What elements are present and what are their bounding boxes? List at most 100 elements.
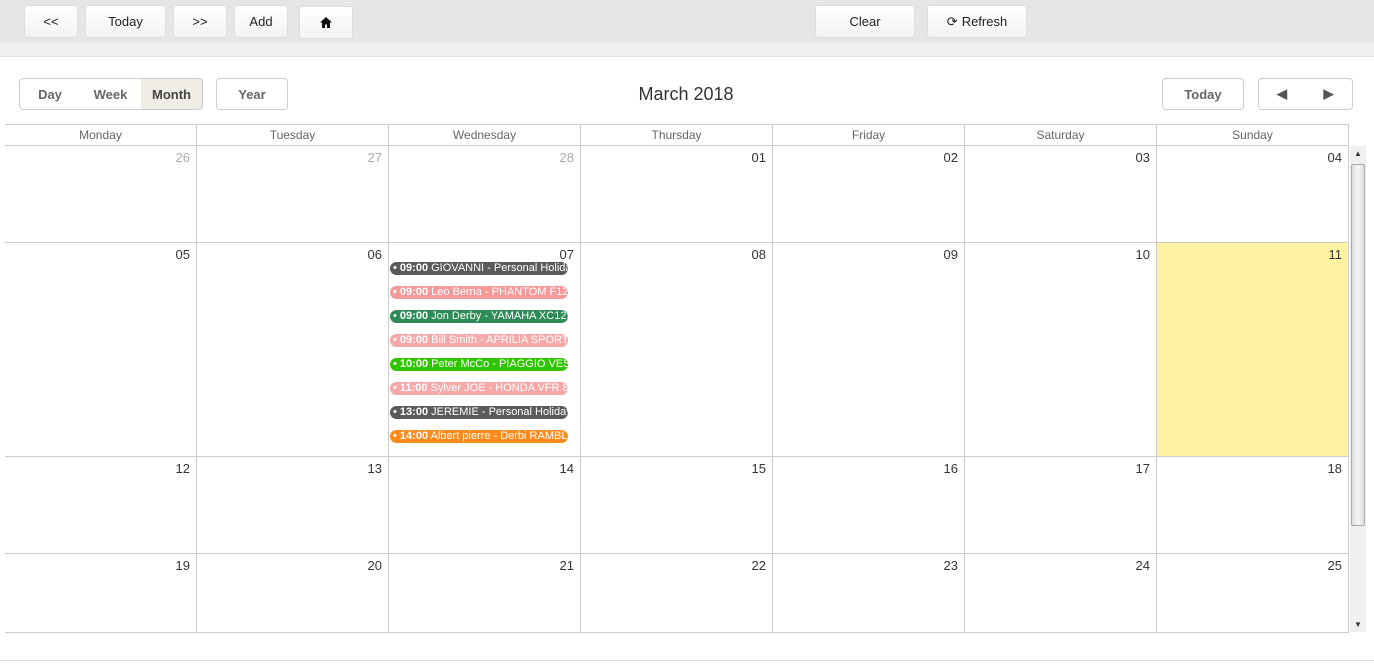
event-item[interactable]: • 14:00 Albert pierre - Derbi RAMBLA <box>390 430 568 443</box>
day-number[interactable]: 24 <box>1136 558 1150 573</box>
day-number[interactable]: 04 <box>1328 150 1342 165</box>
day-number[interactable]: 25 <box>1328 558 1342 573</box>
day-cell[interactable]: 09 <box>773 243 965 457</box>
event-item[interactable]: • 13:00 JEREMIE - Personal Holiday <box>390 406 568 419</box>
event-text: Bill Smith - APRILIA SPORTC <box>431 334 568 346</box>
event-dot-icon: • <box>393 430 400 442</box>
add-button[interactable]: Add <box>234 5 288 38</box>
event-item[interactable]: • 09:00 Jon Derby - YAMAHA XC125 <box>390 310 568 323</box>
day-number[interactable]: 26 <box>176 150 190 165</box>
refresh-button[interactable]: ⟳ Refresh <box>927 5 1027 38</box>
day-number[interactable]: 06 <box>368 247 382 262</box>
event-text: Sylver JOE - HONDA VFR 80 <box>430 382 568 394</box>
event-dot-icon: • <box>393 262 400 274</box>
scroll-down-icon[interactable]: ▼ <box>1354 620 1362 629</box>
event-dot-icon: • <box>393 382 400 394</box>
weekday-header: Wednesday <box>389 124 581 146</box>
day-cell[interactable]: 27 <box>197 146 389 243</box>
prev-button[interactable]: << <box>24 5 78 38</box>
event-item[interactable]: • 09:00 GIOVANNI - Personal Holiday <box>390 262 568 275</box>
day-cell[interactable]: 03 <box>965 146 1157 243</box>
event-item[interactable]: • 11:00 Sylver JOE - HONDA VFR 80 <box>390 382 568 395</box>
day-cell[interactable]: 16 <box>773 457 965 554</box>
day-number[interactable]: 10 <box>1136 247 1150 262</box>
event-time: 10:00 <box>399 358 429 370</box>
day-number[interactable]: 22 <box>752 558 766 573</box>
day-cell[interactable]: 20 <box>197 554 389 633</box>
day-number[interactable]: 17 <box>1136 461 1150 476</box>
day-cell[interactable]: 06 <box>197 243 389 457</box>
day-number[interactable]: 13 <box>368 461 382 476</box>
day-cell[interactable]: 13 <box>197 457 389 554</box>
event-time: 09:00 <box>399 262 429 274</box>
day-cell[interactable]: 26 <box>5 146 197 243</box>
day-cell[interactable]: 21 <box>389 554 581 633</box>
day-cell[interactable]: 28 <box>389 146 581 243</box>
calendar-today-button[interactable]: Today <box>1162 78 1244 110</box>
day-number[interactable]: 16 <box>944 461 958 476</box>
refresh-label: Refresh <box>961 14 1008 29</box>
day-number[interactable]: 03 <box>1136 150 1150 165</box>
view-week-button[interactable]: Week <box>80 78 142 110</box>
day-cell[interactable]: 10 <box>965 243 1157 457</box>
day-cell[interactable]: 11 <box>1157 243 1349 457</box>
view-month-button[interactable]: Month <box>141 78 203 110</box>
event-time: 13:00 <box>399 406 429 418</box>
event-time: 09:00 <box>399 334 429 346</box>
scrollbar[interactable]: ▲ ▼ <box>1350 146 1366 632</box>
day-number[interactable]: 05 <box>176 247 190 262</box>
day-number[interactable]: 07 <box>560 247 574 262</box>
scrollbar-thumb[interactable] <box>1351 164 1365 526</box>
event-item[interactable]: • 09:00 Leo Berna - PHANTOM F12 <box>390 286 568 299</box>
day-cell[interactable]: 07 • 09:00 GIOVANNI - Personal Holiday • 0… <box>389 243 581 457</box>
day-number[interactable]: 12 <box>176 461 190 476</box>
event-time: 09:00 <box>399 286 429 298</box>
day-number[interactable]: 08 <box>752 247 766 262</box>
day-number[interactable]: 09 <box>944 247 958 262</box>
day-number[interactable]: 21 <box>560 558 574 573</box>
day-cell[interactable]: 24 <box>965 554 1157 633</box>
day-number[interactable]: 15 <box>752 461 766 476</box>
day-cell[interactable]: 08 <box>581 243 773 457</box>
day-number[interactable]: 28 <box>560 150 574 165</box>
today-button[interactable]: Today <box>85 5 166 38</box>
home-button[interactable] <box>299 6 353 39</box>
day-cell[interactable]: 14 <box>389 457 581 554</box>
weekday-header: Monday <box>5 124 197 146</box>
day-number[interactable]: 20 <box>368 558 382 573</box>
day-cell[interactable]: 01 <box>581 146 773 243</box>
day-cell[interactable]: 17 <box>965 457 1157 554</box>
scroll-up-icon[interactable]: ▲ <box>1354 149 1362 158</box>
day-number[interactable]: 02 <box>944 150 958 165</box>
event-item[interactable]: • 10:00 Peter McCo - PIAGGIO VESP <box>390 358 568 371</box>
event-dot-icon: • <box>393 358 400 370</box>
day-cell[interactable]: 12 <box>5 457 197 554</box>
view-year-button[interactable]: Year <box>216 78 288 110</box>
weekday-header: Sunday <box>1157 124 1349 146</box>
day-cell[interactable]: 22 <box>581 554 773 633</box>
day-cell[interactable]: 25 <box>1157 554 1349 633</box>
clear-button[interactable]: Clear <box>815 5 915 38</box>
day-number[interactable]: 01 <box>752 150 766 165</box>
day-number[interactable]: 27 <box>368 150 382 165</box>
day-number[interactable]: 14 <box>560 461 574 476</box>
day-number[interactable]: 23 <box>944 558 958 573</box>
refresh-icon: ⟳ <box>946 13 958 29</box>
calendar-prev-button[interactable]: ◀ <box>1258 78 1306 110</box>
day-number[interactable]: 18 <box>1328 461 1342 476</box>
day-cell[interactable]: 05 <box>5 243 197 457</box>
day-cell[interactable]: 15 <box>581 457 773 554</box>
calendar-title: March 2018 <box>638 84 734 104</box>
calendar-next-button[interactable]: ▶ <box>1305 78 1353 110</box>
day-cell[interactable]: 18 <box>1157 457 1349 554</box>
view-day-button[interactable]: Day <box>19 78 81 110</box>
day-number[interactable]: 19 <box>176 558 190 573</box>
day-cell[interactable]: 04 <box>1157 146 1349 243</box>
event-item[interactable]: • 09:00 Bill Smith - APRILIA SPORTC <box>390 334 568 347</box>
day-cell[interactable]: 23 <box>773 554 965 633</box>
next-button[interactable]: >> <box>173 5 227 38</box>
day-cell[interactable]: 02 <box>773 146 965 243</box>
day-cell[interactable]: 19 <box>5 554 197 633</box>
day-number[interactable]: 11 <box>1329 247 1343 262</box>
event-time: 11:00 <box>399 382 428 394</box>
